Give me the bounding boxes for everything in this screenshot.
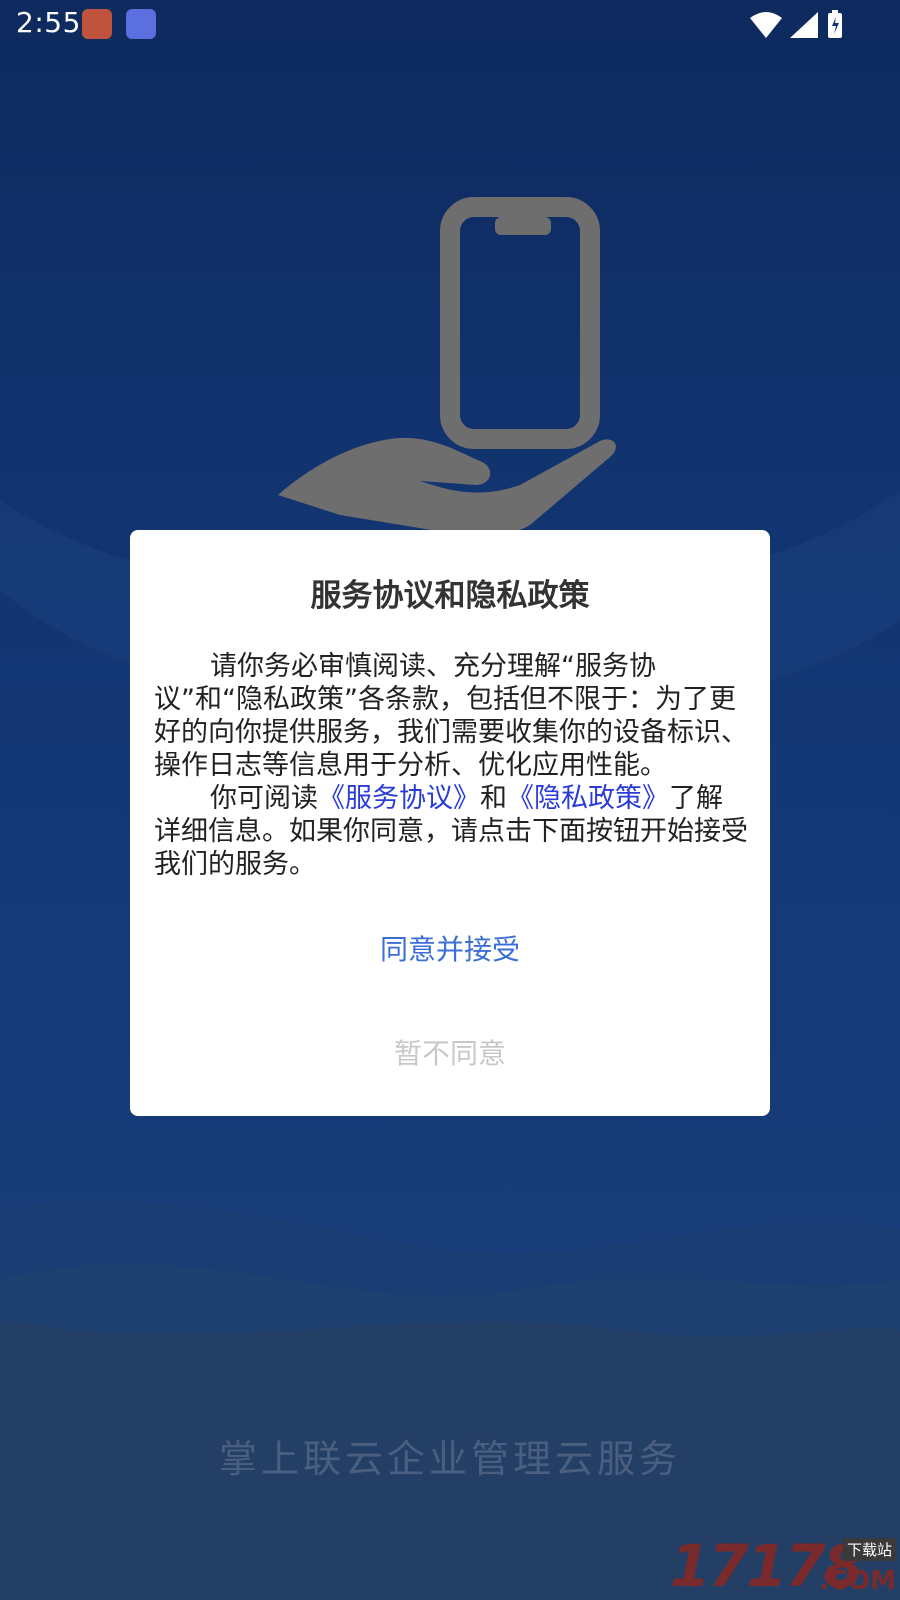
watermark-tag: 下载站: [842, 1538, 896, 1561]
dialog-body: 请你务必审慎阅读、充分理解“服务协议”和“隐私政策”各条款，包括但不限于：为了更…: [154, 650, 748, 881]
notification-app-icon-2: [126, 9, 156, 39]
service-agreement-link[interactable]: 《服务协议》: [318, 783, 480, 814]
paragraph2-prefix: 你可阅读: [210, 783, 318, 814]
privacy-policy-link[interactable]: 《隐私政策》: [507, 783, 669, 814]
paragraph2-and: 和: [480, 783, 507, 814]
status-bar: 2:55: [0, 0, 900, 48]
signal-icon: [790, 12, 818, 38]
agree-button[interactable]: 同意并接受: [130, 928, 770, 968]
notification-app-icon: [82, 9, 112, 39]
wifi-icon: [750, 12, 782, 38]
footer-slogan: 掌上联云企业管理云服务: [218, 1437, 681, 1481]
dialog-title: 服务协议和隐私政策: [310, 578, 590, 614]
consent-paragraph-2: 你可阅读《服务协议》和《隐私政策》了解详细信息。如果你同意，请点击下面按钮开始接…: [154, 782, 748, 881]
system-icons: [750, 10, 842, 38]
disagree-button[interactable]: 暂不同意: [130, 1032, 770, 1072]
consent-paragraph-1: 请你务必审慎阅读、充分理解“服务协议”和“隐私政策”各条款，包括但不限于：为了更…: [154, 651, 748, 781]
site-watermark: 17178 下载站 .COM: [670, 1530, 900, 1600]
privacy-dialog: 服务协议和隐私政策 请你务必审慎阅读、充分理解“服务协议”和“隐私政策”各条款，…: [130, 530, 770, 1116]
status-time: 2:55: [16, 6, 81, 39]
watermark-suffix: .COM: [819, 1566, 896, 1596]
phone-in-hand-illustration: [278, 197, 616, 535]
